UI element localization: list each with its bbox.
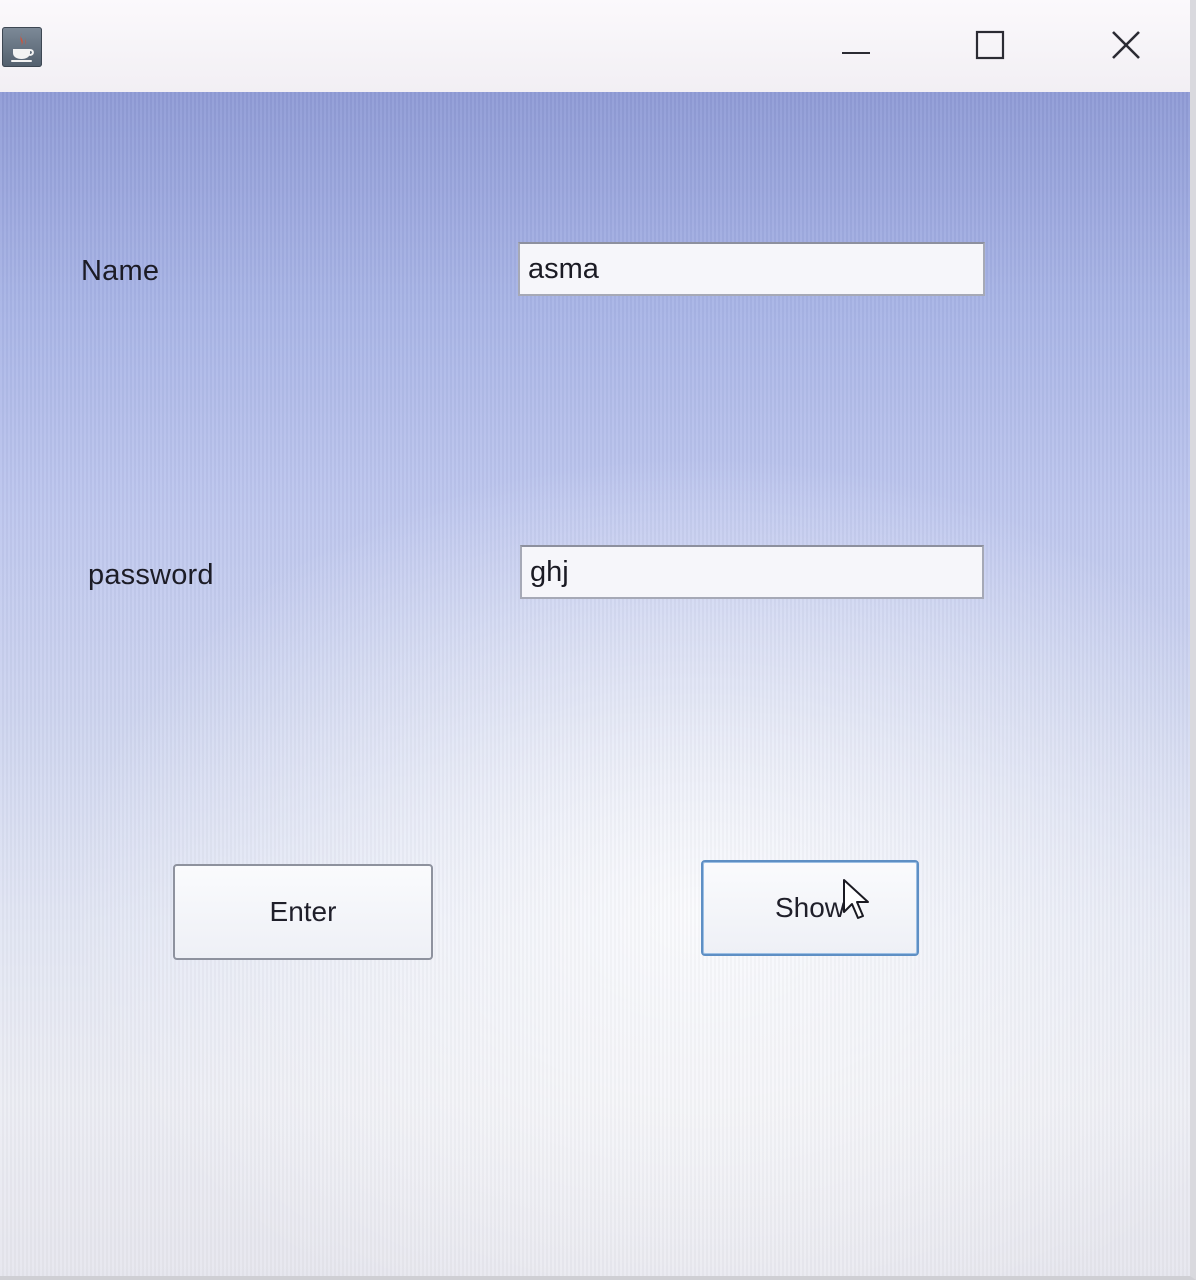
close-icon — [1110, 29, 1142, 66]
show-button[interactable]: Show — [701, 860, 919, 956]
password-label: password — [88, 559, 214, 591]
form-panel: Name password Enter Show — [0, 92, 1190, 1276]
password-input[interactable] — [520, 545, 984, 599]
name-input[interactable] — [518, 242, 985, 296]
title-bar[interactable] — [0, 0, 1190, 93]
java-coffee-cup-icon[interactable] — [2, 27, 42, 67]
maximize-icon — [974, 29, 1006, 66]
minimize-icon — [840, 29, 872, 66]
minimize-button[interactable] — [826, 20, 886, 74]
close-button[interactable] — [1096, 20, 1156, 74]
enter-button[interactable]: Enter — [173, 864, 433, 960]
name-label: Name — [81, 255, 160, 287]
app-window: Name password Enter Show — [0, 0, 1196, 1280]
maximize-button[interactable] — [960, 20, 1020, 74]
